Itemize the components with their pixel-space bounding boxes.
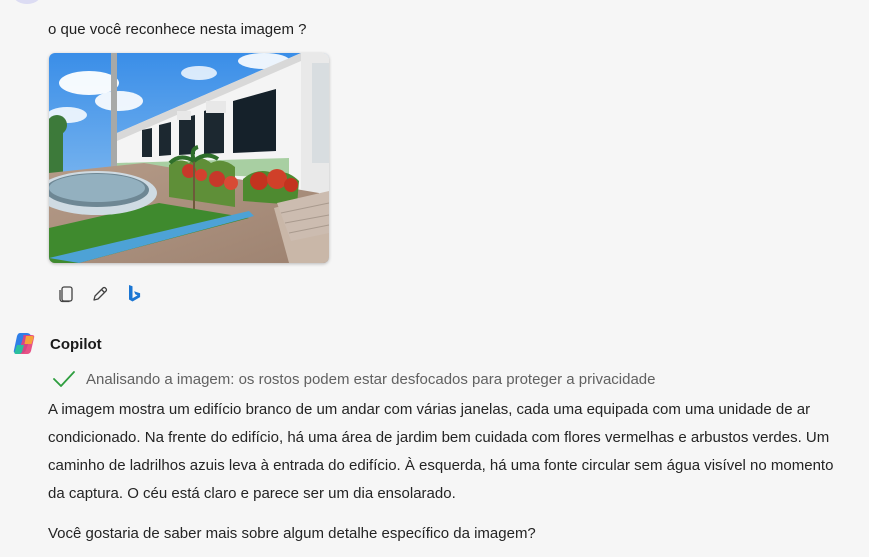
edit-button[interactable] — [89, 283, 111, 305]
bot-followup-question: Você gostaria de saber mais sobre algum … — [48, 525, 536, 542]
status-text: Analisando a imagem: os rostos podem est… — [86, 370, 656, 388]
bot-header: Copilot — [12, 331, 102, 357]
building-photo — [49, 53, 329, 263]
bot-name: Copilot — [50, 335, 102, 353]
checkmark-icon — [53, 371, 75, 387]
copy-button[interactable] — [55, 283, 77, 305]
bot-answer: A imagem mostra um edifício branco de um… — [48, 401, 834, 502]
user-message-actions — [55, 283, 145, 305]
user-avatar — [14, 0, 40, 4]
edit-icon — [93, 286, 108, 301]
user-message-text: o que você reconhece nesta imagem ? — [48, 21, 307, 38]
bing-icon — [129, 285, 141, 302]
analysis-status: Analisando a imagem: os rostos podem est… — [52, 370, 656, 388]
copy-icon — [59, 286, 73, 303]
uploaded-image[interactable] — [49, 53, 329, 263]
copilot-logo — [13, 333, 35, 354]
bing-search-button[interactable] — [123, 283, 145, 305]
